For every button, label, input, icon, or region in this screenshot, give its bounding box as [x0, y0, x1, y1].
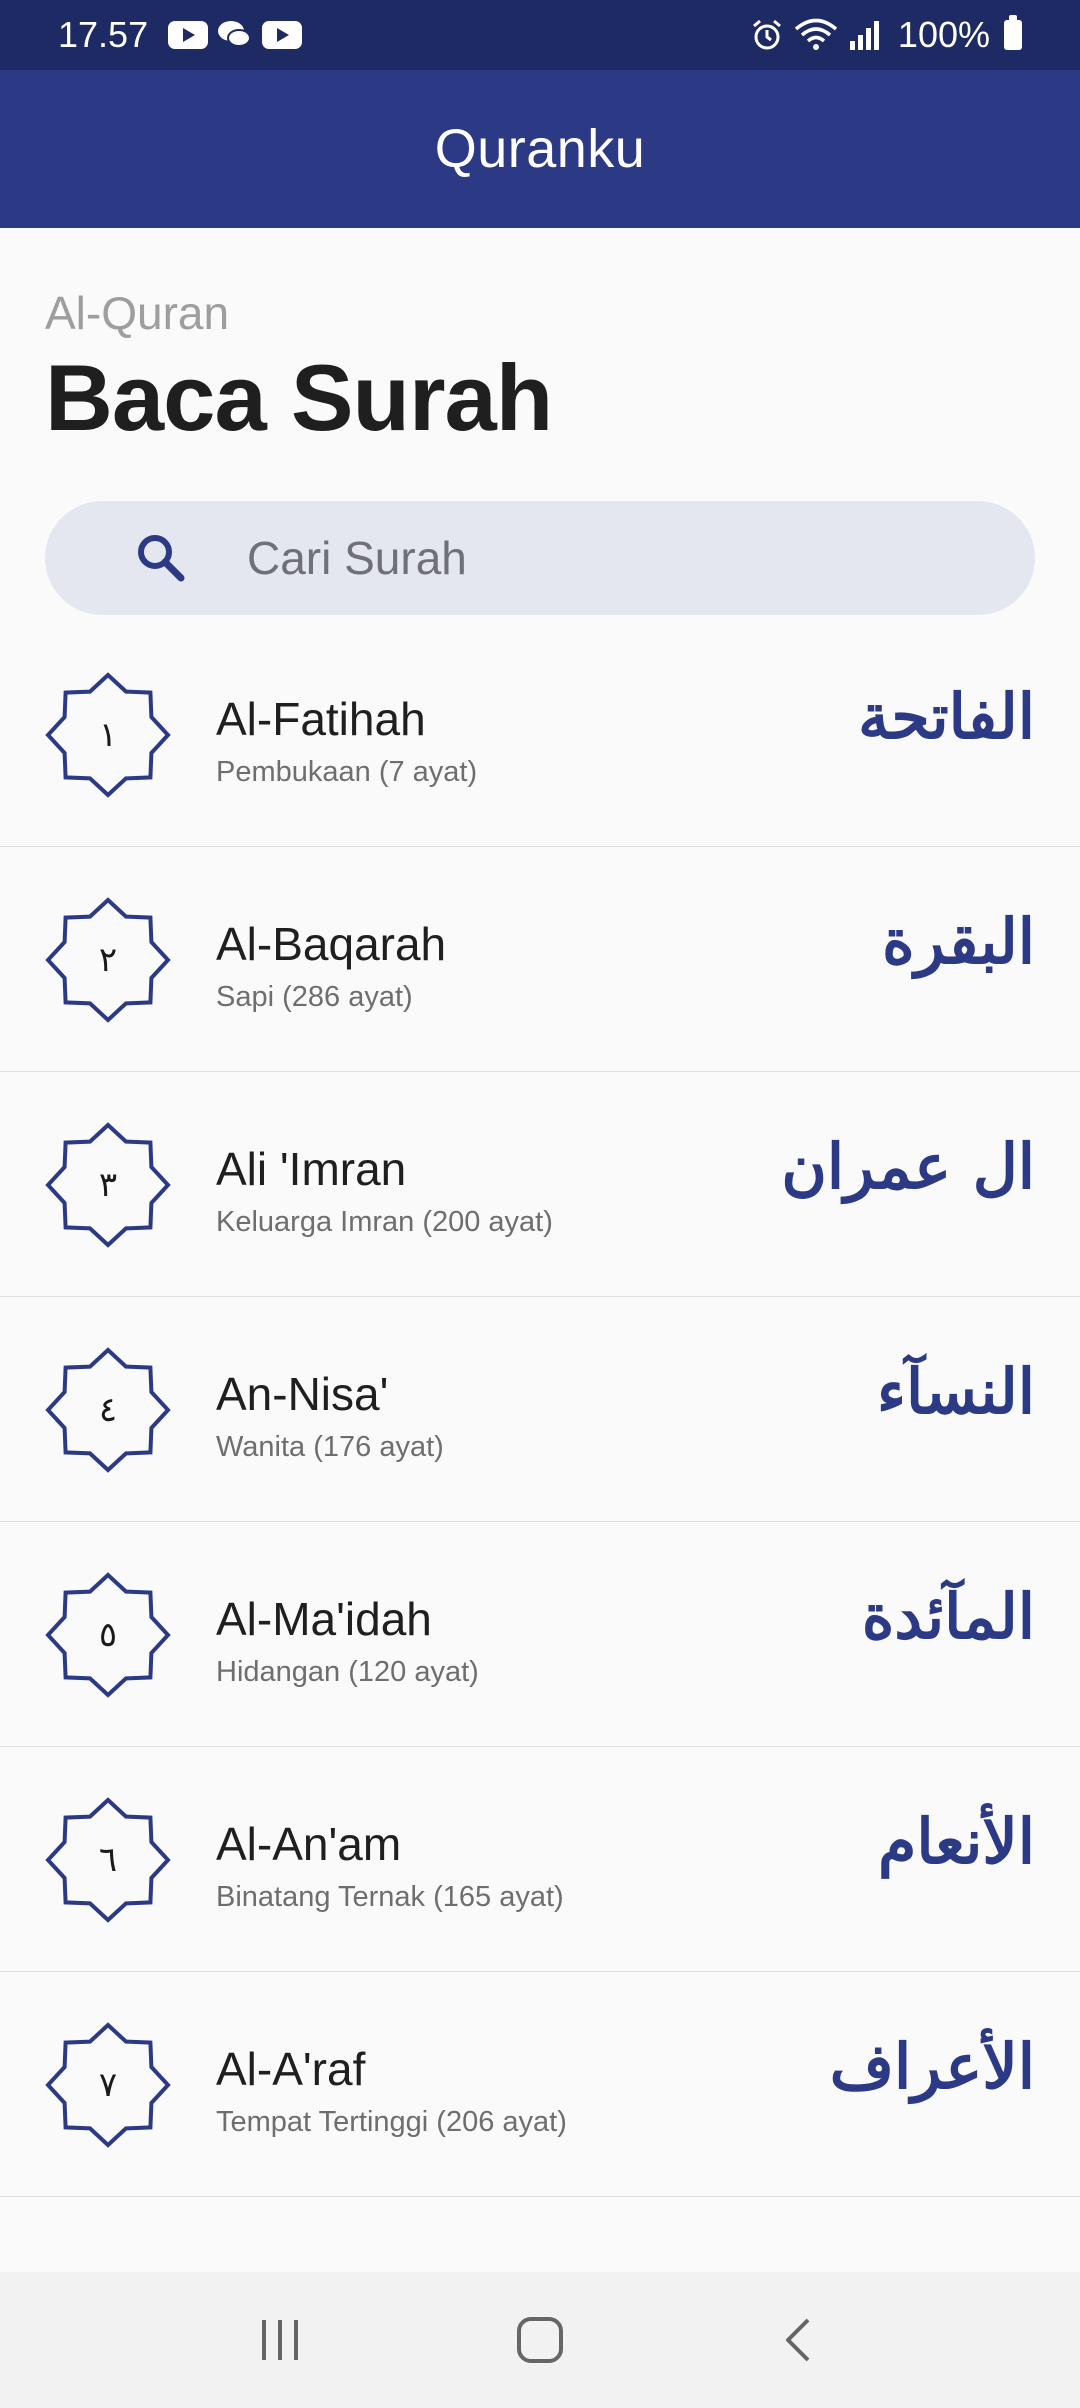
- youtube-icon: [168, 21, 209, 49]
- battery-icon: [1004, 15, 1022, 50]
- home-icon: [517, 2317, 563, 2363]
- surah-info: An-Nisa' Wanita (176 ayat): [216, 1367, 444, 1464]
- surah-name: Al-Baqarah: [216, 918, 447, 970]
- surah-number: ٤: [98, 1390, 118, 1430]
- recents-button[interactable]: [235, 2295, 325, 2385]
- youtube-icon: [262, 21, 303, 49]
- surah-row[interactable]: ٧ Al-A'raf Tempat Tertinggi (206 ayat) الأع…: [0, 1972, 1080, 2197]
- surah-row[interactable]: ١ Al-Fatihah Pembukaan (7 ayat) الفاتحة: [0, 622, 1080, 847]
- surah-row[interactable]: ٢ Al-Baqarah Sapi (286 ayat) البقرة: [0, 847, 1080, 1072]
- app-bar: Quranku: [0, 70, 1080, 228]
- surah-arabic-name: الأعراف: [829, 2030, 1035, 2103]
- surah-number-badge: ٦: [45, 1797, 171, 1923]
- surah-number: ٦: [98, 1840, 118, 1880]
- surah-arabic-name: الأنعام: [877, 1805, 1035, 1878]
- surah-name: An-Nisa': [216, 1368, 389, 1420]
- surah-arabic-name: البقرة: [882, 905, 1035, 978]
- surah-info: Al-Ma'idah Hidangan (120 ayat): [216, 1592, 479, 1689]
- page-subtitle: Al-Quran: [45, 287, 230, 339]
- surah-arabic-name: ال عمران: [781, 1130, 1035, 1203]
- surah-meaning: Tempat Tertinggi (206 ayat): [216, 2106, 567, 2138]
- status-right: 100%: [750, 14, 1022, 56]
- home-button[interactable]: [495, 2295, 585, 2385]
- surah-arabic-name: الفاتحة: [858, 680, 1035, 753]
- surah-row[interactable]: ٦ Al-An'am Binatang Ternak (165 ayat) الأنع…: [0, 1747, 1080, 1972]
- surah-name: Al-Ma'idah: [216, 1593, 432, 1645]
- wifi-icon: [794, 18, 838, 50]
- surah-name: Al-A'raf: [216, 2043, 366, 2095]
- surah-number: ٧: [98, 2065, 118, 2105]
- page-title: Baca Surah: [45, 345, 553, 450]
- surah-info: Al-An'am Binatang Ternak (165 ayat): [216, 1817, 564, 1914]
- page-header: Al-Quran Baca Surah: [45, 286, 553, 452]
- surah-number-badge: ٣: [45, 1122, 171, 1248]
- surah-name: Al-An'am: [216, 1818, 402, 1870]
- surah-name: Ali 'Imran: [216, 1143, 407, 1195]
- surah-arabic-name: النسآء: [876, 1355, 1035, 1428]
- status-time: 17.57: [58, 14, 149, 55]
- back-button[interactable]: [755, 2295, 845, 2385]
- surah-row[interactable]: ٥ Al-Ma'idah Hidangan (120 ayat) المآئدة: [0, 1522, 1080, 1747]
- recents-icon: [262, 2320, 298, 2360]
- app-title: Quranku: [434, 119, 646, 179]
- signal-icon: [849, 21, 879, 50]
- status-left: 17.57: [58, 14, 303, 56]
- surah-info: Al-A'raf Tempat Tertinggi (206 ayat): [216, 2042, 567, 2139]
- surah-number: ١: [98, 715, 118, 755]
- surah-name: Al-Fatihah: [216, 693, 426, 745]
- alarm-icon: [752, 19, 781, 50]
- surah-number-badge: ١: [45, 672, 171, 798]
- surah-info: Ali 'Imran Keluarga Imran (200 ayat): [216, 1142, 553, 1239]
- surah-info: Al-Fatihah Pembukaan (7 ayat): [216, 692, 477, 789]
- search-icon: [125, 522, 197, 594]
- surah-meaning: Keluarga Imran (200 ayat): [216, 1206, 553, 1238]
- search-bar[interactable]: [45, 501, 1035, 615]
- surah-meaning: Wanita (176 ayat): [216, 1431, 444, 1463]
- surah-number: ٣: [98, 1165, 118, 1205]
- surah-number-badge: ٢: [45, 897, 171, 1023]
- surah-number: ٢: [98, 940, 118, 980]
- surah-number: ٥: [98, 1615, 118, 1655]
- back-icon: [786, 2318, 810, 2362]
- chat-icon: [218, 21, 252, 49]
- surah-number-badge: ٤: [45, 1347, 171, 1473]
- surah-arabic-name: المآئدة: [861, 1580, 1035, 1653]
- system-nav-bar: [0, 2272, 1080, 2408]
- surah-meaning: Binatang Ternak (165 ayat): [216, 1881, 564, 1913]
- surah-row[interactable]: ٣ Ali 'Imran Keluarga Imran (200 ayat) ال ع…: [0, 1072, 1080, 1297]
- surah-number-badge: ٧: [45, 2022, 171, 2148]
- surah-row[interactable]: ٤ An-Nisa' Wanita (176 ayat) النسآء: [0, 1297, 1080, 1522]
- battery-percentage: 100%: [897, 14, 990, 55]
- surah-meaning: Pembukaan (7 ayat): [216, 756, 478, 788]
- status-bar: 17.57 100%: [0, 0, 1080, 70]
- surah-info: Al-Baqarah Sapi (286 ayat): [216, 917, 446, 1014]
- surah-list: ١ Al-Fatihah Pembukaan (7 ayat) الفاتحة ٢ Al-…: [0, 622, 1080, 2197]
- surah-meaning: Sapi (286 ayat): [216, 981, 413, 1013]
- surah-number-badge: ٥: [45, 1572, 171, 1698]
- surah-meaning: Hidangan (120 ayat): [216, 1656, 479, 1688]
- search-input[interactable]: [247, 518, 947, 598]
